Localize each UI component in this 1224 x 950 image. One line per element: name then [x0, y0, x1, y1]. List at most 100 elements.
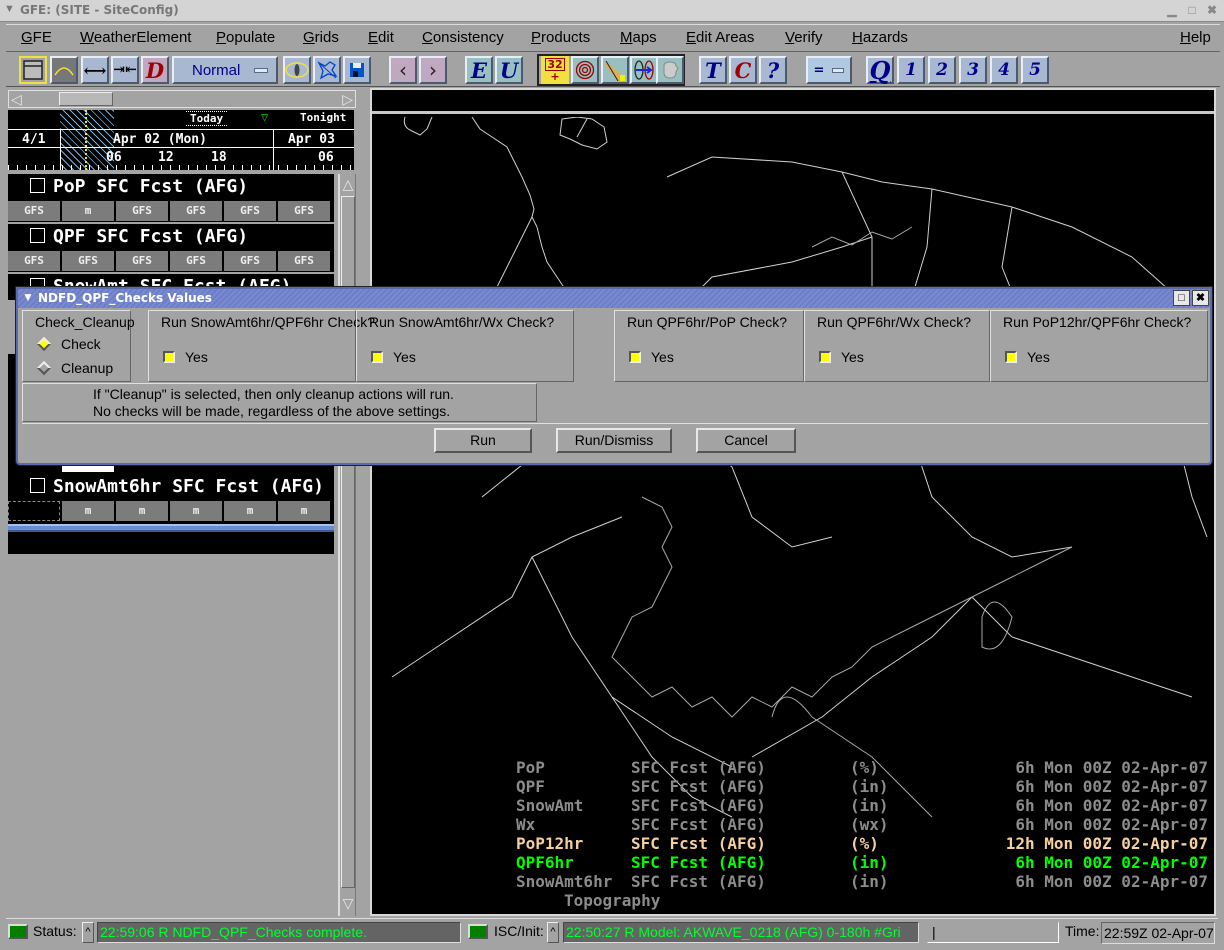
legend-row-active[interactable]: QPF6hr SFC Fcst (AFG) (in) 6h Mon 00Z 02… [516, 853, 1216, 872]
window-menu-icon[interactable]: ▼ [4, 3, 15, 15]
grid-cell[interactable]: m [116, 501, 168, 521]
c-button[interactable]: C [729, 56, 757, 84]
scroll-left-icon[interactable]: ◁ [11, 91, 22, 107]
dialog-maximize-icon[interactable]: □ [1173, 290, 1190, 306]
contract-timescale-button[interactable]: ⇥⇤ [111, 56, 139, 84]
grid-cell[interactable]: GFS [278, 201, 330, 221]
spatial-editor-map[interactable]: PoP SFC Fcst (AFG) (%) 6h Mon 00Z 02-Apr… [370, 88, 1216, 916]
checkbox-pop12-qpf[interactable]: Yes [1005, 349, 1050, 365]
scroll-thumb[interactable] [59, 92, 113, 106]
grid-cell[interactable]: GFS [170, 201, 222, 221]
checkbox-snowamt-wx[interactable]: Yes [371, 349, 416, 365]
grid-cell-empty[interactable] [8, 501, 60, 521]
dialog-close-icon[interactable]: ✖ [1192, 290, 1209, 306]
select-checkbox[interactable] [30, 478, 45, 493]
menu-populate[interactable]: Populate [216, 29, 275, 46]
menu-verify[interactable]: Verify [785, 29, 823, 46]
equal-toggle-button[interactable]: = [806, 56, 852, 84]
close-icon[interactable]: ✖ [1204, 2, 1220, 18]
grid-row-pop[interactable]: PoP SFC Fcst (AFG) GFS m GFS GFS GFS GFS [8, 174, 334, 222]
select-checkbox[interactable] [30, 228, 45, 243]
scroll-right-icon[interactable]: ▷ [342, 91, 353, 107]
grid-cell[interactable]: m [62, 501, 114, 521]
legend-row[interactable]: PoP SFC Fcst (AFG) (%) 6h Mon 00Z 02-Apr… [516, 758, 1216, 777]
checkbox-qpf-wx[interactable]: Yes [819, 349, 864, 365]
grid-cell[interactable]: GFS [62, 251, 114, 271]
legend-row[interactable]: PoP12hr SFC Fcst (AFG) (%) 12h Mon 00Z 0… [516, 834, 1216, 853]
grid-row-snowamt6hr[interactable]: SnowAmt6hr SFC Fcst (AFG) m m m m m [8, 474, 334, 522]
move-copy-button[interactable] [630, 56, 658, 84]
grid-cell[interactable]: GFS [224, 201, 276, 221]
select-checkbox[interactable] [30, 178, 45, 193]
window-titlebar[interactable]: ▼ GFE: (SITE - SiteConfig) ▁ □ ✖ [0, 0, 1224, 22]
menu-hazards[interactable]: Hazards [852, 29, 908, 46]
dialog-titlebar[interactable]: ▼ NDFD_QPF_Checks Values □ ✖ [18, 289, 1210, 308]
minimize-icon[interactable]: ▁ [1164, 2, 1180, 18]
grid-manager-toggle-button[interactable] [19, 56, 47, 84]
preset-3-button[interactable]: 3 [959, 56, 987, 84]
edit-area-button[interactable] [313, 56, 341, 84]
preset-4-button[interactable]: 4 [990, 56, 1018, 84]
menu-gfe[interactable]: GFE [21, 29, 52, 46]
maximize-icon[interactable]: □ [1184, 2, 1200, 18]
dialog-menu-icon[interactable]: ▼ [22, 290, 34, 304]
checkbox-snowamt-qpf[interactable]: Yes [163, 349, 208, 365]
smooth-button[interactable] [656, 56, 684, 84]
q-button[interactable]: Q [866, 56, 894, 85]
status-history-button[interactable]: ^ [82, 922, 94, 943]
checkbox-qpf-pop[interactable]: Yes [629, 349, 674, 365]
d-button[interactable]: D [141, 56, 169, 84]
legend-row[interactable]: Wx SFC Fcst (AFG) (wx) 6h Mon 00Z 02-Apr… [516, 815, 1216, 834]
grid-cell[interactable]: m [170, 501, 222, 521]
grid-cell[interactable]: GFS [116, 251, 168, 271]
grid-cell[interactable]: m [62, 201, 114, 221]
preset-5-button[interactable]: 5 [1021, 56, 1049, 84]
horizontal-scrollbar[interactable]: ◁ ▷ [8, 90, 356, 108]
radio-check[interactable]: Check [36, 336, 101, 352]
next-time-button[interactable]: › [419, 56, 447, 84]
save-button[interactable] [343, 56, 371, 84]
target-button[interactable] [571, 56, 599, 84]
run-dismiss-button[interactable]: Run/Dismiss [556, 428, 672, 453]
grid-cell[interactable]: m [278, 501, 330, 521]
grid-cell[interactable]: GFS [116, 201, 168, 221]
help-button[interactable]: ? [759, 56, 787, 84]
edit-mode-select[interactable]: Normal [172, 56, 278, 84]
contour-button[interactable] [50, 56, 78, 84]
command-input[interactable]: | [927, 922, 1059, 943]
menu-help[interactable]: Help [1180, 29, 1211, 46]
e-button[interactable]: E [465, 56, 493, 84]
t-button[interactable]: T [699, 56, 727, 84]
menu-edit[interactable]: Edit [368, 29, 394, 46]
radio-cleanup[interactable]: Cleanup [36, 360, 113, 376]
grid-cell[interactable]: GFS [8, 201, 60, 221]
eye-button[interactable] [283, 56, 311, 84]
legend-row[interactable]: QPF SFC Fcst (AFG) (in) 6h Mon 00Z 02-Ap… [516, 777, 1216, 796]
cancel-button[interactable]: Cancel [696, 428, 796, 453]
menu-products[interactable]: Products [531, 29, 590, 46]
menu-weatherelement[interactable]: WeatherElement [80, 29, 191, 46]
isc-history-button[interactable]: ^ [547, 922, 559, 943]
legend-row-topography[interactable]: Topography [516, 891, 1216, 910]
timescale-splitter[interactable] [8, 524, 334, 532]
menu-maps[interactable]: Maps [620, 29, 657, 46]
sample-button[interactable]: 32 + [541, 56, 569, 84]
grid-cell[interactable]: GFS [278, 251, 330, 271]
vertical-scrollbar[interactable]: △ ▽ [338, 174, 356, 916]
legend-row[interactable]: SnowAmt SFC Fcst (AFG) (in) 6h Mon 00Z 0… [516, 796, 1216, 815]
menu-grids[interactable]: Grids [303, 29, 339, 46]
grid-row-qpf[interactable]: QPF SFC Fcst (AFG) GFS GFS GFS GFS GFS G… [8, 224, 334, 272]
grid-cell[interactable]: GFS [8, 251, 60, 271]
preset-2-button[interactable]: 2 [928, 56, 956, 84]
preset-1-button[interactable]: 1 [897, 56, 925, 84]
menu-consistency[interactable]: Consistency [422, 29, 504, 46]
legend-row[interactable]: SnowAmt6hr SFC Fcst (AFG) (in) 6h Mon 00… [516, 872, 1216, 891]
timescale[interactable]: Today ▽ Tonight 4/1 Apr 02 (Mon) Apr 03 … [8, 110, 354, 170]
grid-cell[interactable]: GFS [170, 251, 222, 271]
grid-cell[interactable]: GFS [224, 251, 276, 271]
pencil-button[interactable] [601, 56, 629, 84]
scroll-up-icon[interactable]: △ [340, 176, 356, 193]
u-button[interactable]: U [495, 56, 523, 84]
run-button[interactable]: Run [434, 428, 532, 453]
expand-timescale-button[interactable]: ⟷ [81, 56, 109, 84]
